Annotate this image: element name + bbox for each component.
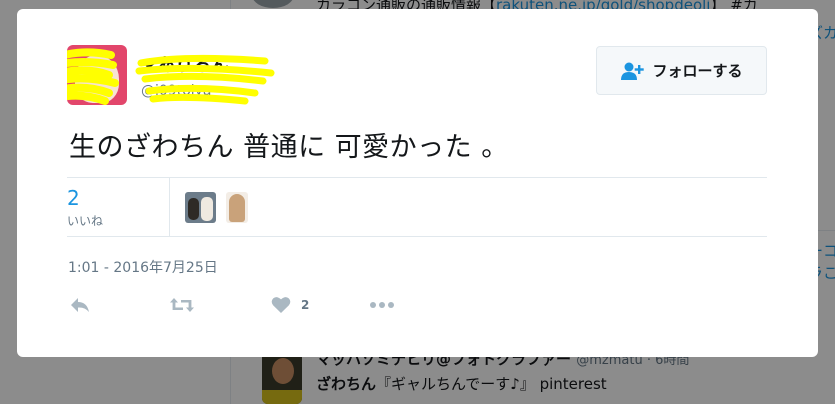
tweet-stats: 2 いいね (67, 177, 767, 237)
retweet-button[interactable] (169, 293, 195, 317)
like-button[interactable]: 2 (271, 293, 309, 317)
avatar-figure (229, 194, 245, 222)
likes-stat[interactable]: 2 いいね (67, 178, 170, 236)
redaction-scribble-icon (135, 54, 275, 105)
tweet-timestamp[interactable]: 1:01 - 2016年7月25日 (68, 257, 218, 277)
reply-icon (71, 298, 89, 312)
avatar-figure (201, 197, 213, 221)
redaction-scribble-icon (67, 48, 119, 105)
heart-icon (271, 297, 291, 313)
reply-button[interactable] (69, 293, 91, 317)
follow-button[interactable]: フォローする (596, 46, 767, 95)
author-avatar[interactable] (67, 45, 127, 105)
retweet-icon (170, 298, 194, 312)
more-button[interactable] (369, 293, 395, 317)
avatar-figure (188, 198, 199, 220)
tweet-actions: 2 (67, 293, 467, 317)
liker-avatar[interactable] (226, 192, 248, 223)
likes-count: 2 (67, 186, 80, 210)
add-person-icon (621, 62, 645, 80)
like-count: 2 (301, 298, 310, 312)
likes-label: いいね (67, 214, 104, 228)
liker-avatar[interactable] (185, 192, 216, 223)
follow-button-label: フォローする (652, 62, 743, 80)
tweet-modal: ★ありるん @i09toiya フォローする 生のざわちん 普通に 可愛かった … (17, 9, 818, 357)
tweet-text: 生のざわちん 普通に 可愛かった 。 (69, 132, 509, 163)
likers-list (185, 192, 248, 223)
more-icon (370, 302, 394, 308)
